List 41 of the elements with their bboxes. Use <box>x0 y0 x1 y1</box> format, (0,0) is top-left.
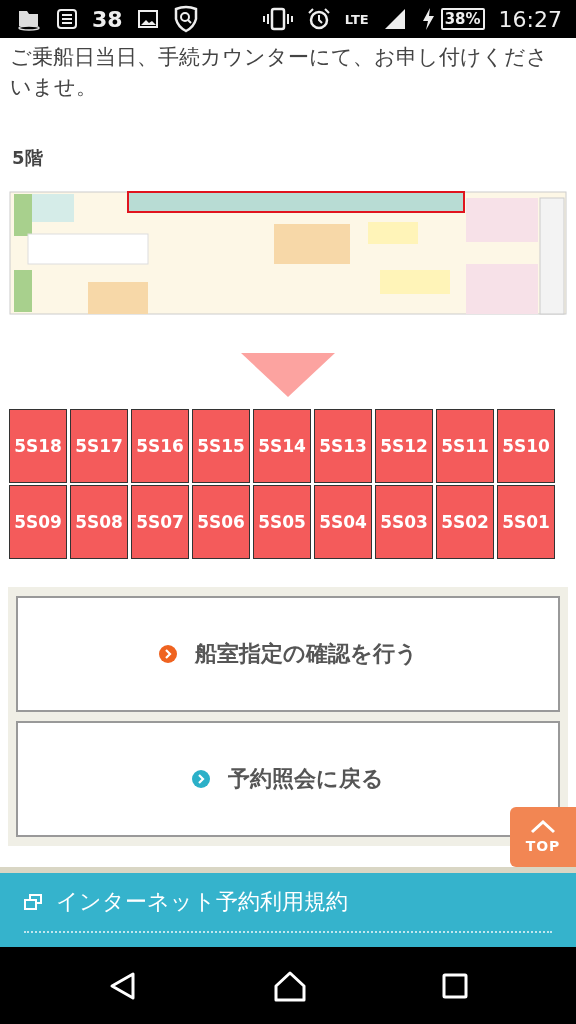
cabin-tile[interactable]: 5S10 <box>497 409 555 483</box>
clock: 16:27 <box>498 6 562 32</box>
shield-icon <box>172 5 199 33</box>
intro-paragraph: ご乗船日当日、手続カウンターにて、お申し付けくださいませ。 <box>10 44 549 101</box>
cabin-tile[interactable]: 5S11 <box>436 409 494 483</box>
action-button[interactable]: 船室指定の確認を行う <box>16 596 560 712</box>
vibrate-icon <box>262 7 293 31</box>
cabin-tile[interactable]: 5S15 <box>192 409 250 483</box>
terms-link[interactable]: インターネット予約利用規約 <box>24 887 552 917</box>
network-type: LTE <box>344 11 369 27</box>
cabin-tile[interactable]: 5S14 <box>253 409 311 483</box>
alarm-icon <box>306 7 331 31</box>
list-icon <box>56 8 78 30</box>
home-icon[interactable] <box>273 969 307 1002</box>
chevron-icon <box>192 770 210 788</box>
charging-icon <box>420 7 435 31</box>
cabin-tile[interactable]: 5S16 <box>131 409 189 483</box>
cabin-tile[interactable]: 5S06 <box>192 485 250 559</box>
cabin-tile[interactable]: 5S03 <box>375 485 433 559</box>
cabin-tile[interactable]: 5S04 <box>314 485 372 559</box>
chevron-icon <box>158 645 177 663</box>
caret-up-icon <box>530 820 556 834</box>
cabin-tile[interactable]: 5S18 <box>9 409 67 483</box>
notification-count: 38 <box>92 6 123 32</box>
floor-title: 5階 <box>12 146 44 170</box>
top-button[interactable]: TOP <box>510 807 576 867</box>
recents-icon[interactable] <box>442 972 469 999</box>
cabin-tile[interactable]: 5S09 <box>9 485 67 559</box>
cabin-tile[interactable]: 5S02 <box>436 485 494 559</box>
cabin-tile[interactable]: 5S17 <box>70 409 128 483</box>
down-arrow-icon <box>241 353 335 397</box>
cabin-tile[interactable]: 5S01 <box>497 485 555 559</box>
battery-level: 38% <box>440 8 485 30</box>
cabin-tile[interactable]: 5S13 <box>314 409 372 483</box>
image-icon <box>136 8 159 30</box>
cabin-tile[interactable]: 5S08 <box>70 485 128 559</box>
cabin-tile[interactable]: 5S07 <box>131 485 189 559</box>
action-button[interactable]: 予約照会に戻る <box>16 721 560 837</box>
new-window-icon <box>24 894 42 910</box>
cabin-tile[interactable]: 5S05 <box>253 485 311 559</box>
cabin-tile[interactable]: 5S12 <box>375 409 433 483</box>
